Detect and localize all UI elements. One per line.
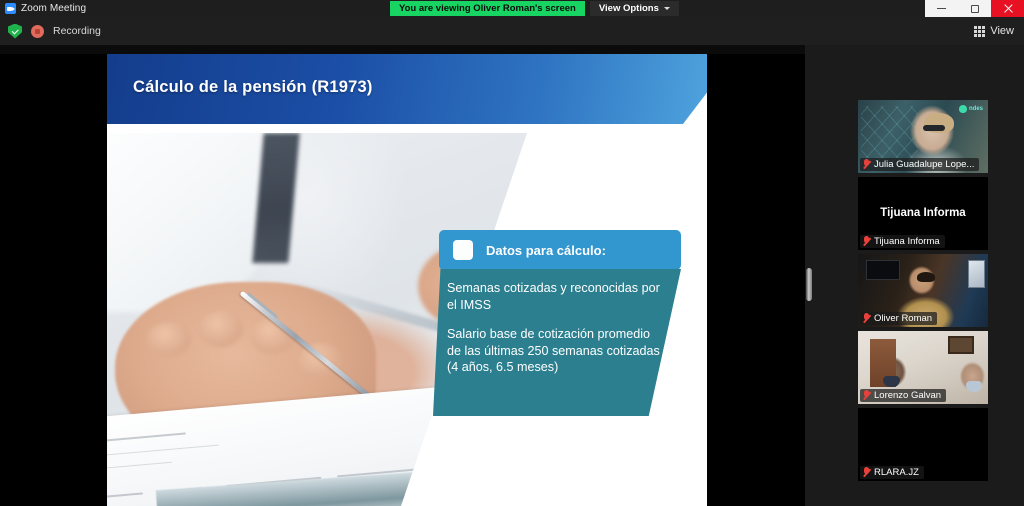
photo-knuckle bbox=[250, 317, 296, 354]
meeting-toolbar: Recording View bbox=[0, 17, 1024, 45]
photo-knuckle bbox=[297, 343, 342, 379]
video-monitor bbox=[866, 260, 900, 280]
participant-tile-rlara-jz[interactable]: RLARA.JZ bbox=[858, 408, 988, 481]
title-bar-left: Zoom Meeting bbox=[0, 3, 390, 14]
participant-name-badge: Julia Guadalupe Lope... bbox=[860, 158, 980, 171]
participant-name-badge: Lorenzo Galvan bbox=[860, 389, 947, 402]
participant-name: Julia Guadalupe Lope... bbox=[874, 159, 975, 170]
card-paragraph: Salario base de cotización promedio de l… bbox=[447, 327, 660, 375]
photo-knuckle bbox=[146, 321, 191, 358]
participant-avatar-name: Tijuana Informa bbox=[880, 206, 966, 219]
presentation-slide: Cálculo de la pensión (R1973) Datos para… bbox=[107, 54, 707, 506]
window-controls bbox=[925, 0, 1024, 17]
panel-drag-handle[interactable] bbox=[806, 268, 812, 301]
view-options-button[interactable]: View Options bbox=[589, 1, 679, 16]
recording-label: Recording bbox=[53, 25, 101, 37]
mic-muted-icon bbox=[863, 390, 870, 401]
view-button[interactable]: View bbox=[974, 17, 1014, 45]
close-icon bbox=[1003, 4, 1013, 14]
datos-para-calculo-card: Datos para cálculo: Semanas cotizadas y … bbox=[433, 230, 681, 416]
viewing-screen-label: You are viewing Oliver Roman's screen bbox=[390, 1, 585, 16]
maximize-button[interactable] bbox=[958, 0, 991, 17]
video-watermark-logo: ndes bbox=[958, 105, 983, 113]
video-face-mask bbox=[965, 380, 982, 392]
card-paragraph: Semanas cotizadas y reconocidas por el I… bbox=[447, 281, 660, 312]
video-wall-picture bbox=[948, 336, 974, 354]
view-button-label: View bbox=[990, 25, 1014, 37]
minimize-button[interactable] bbox=[925, 0, 958, 17]
video-face-mask bbox=[882, 376, 900, 388]
participant-name: Lorenzo Galvan bbox=[874, 390, 942, 401]
video-glasses bbox=[923, 124, 945, 131]
participant-tile-tijuana-informa[interactable]: Tijuana Informa Tijuana Informa bbox=[858, 177, 988, 250]
minimize-icon bbox=[937, 8, 946, 9]
chevron-down-icon bbox=[663, 7, 670, 10]
zoom-camera-icon bbox=[5, 3, 16, 14]
participant-name-badge: Oliver Roman bbox=[860, 312, 938, 325]
recording-dot-icon bbox=[31, 24, 44, 38]
participant-name-badge: RLARA.JZ bbox=[860, 466, 924, 479]
video-hair bbox=[916, 271, 935, 282]
participant-name-badge: Tijuana Informa bbox=[860, 235, 945, 248]
close-button[interactable] bbox=[991, 0, 1024, 17]
shared-screen-stage[interactable]: Cálculo de la pensión (R1973) Datos para… bbox=[0, 45, 805, 506]
restore-icon bbox=[970, 4, 979, 13]
video-picture-frame bbox=[968, 260, 985, 288]
card-body: Semanas cotizadas y reconocidas por el I… bbox=[433, 269, 681, 416]
grid-icon bbox=[974, 25, 986, 37]
toolbar-left-group: Recording bbox=[0, 23, 101, 39]
window-title: Zoom Meeting bbox=[21, 3, 87, 14]
participant-name: RLARA.JZ bbox=[874, 467, 919, 478]
title-bar: Zoom Meeting You are viewing Oliver Roma… bbox=[0, 0, 1024, 17]
mic-muted-icon bbox=[863, 467, 870, 478]
participant-tile-oliver-roman[interactable]: Oliver Roman bbox=[858, 254, 988, 327]
white-square-icon bbox=[453, 240, 473, 260]
card-header: Datos para cálculo: bbox=[439, 230, 681, 270]
zoom-meeting-window: Zoom Meeting You are viewing Oliver Roma… bbox=[0, 0, 1024, 506]
mic-muted-icon bbox=[863, 159, 870, 170]
participant-tile-julia[interactable]: ndes Julia Guadalupe Lope... bbox=[858, 100, 988, 173]
screen-share-banner: You are viewing Oliver Roman's screen Vi… bbox=[390, 0, 679, 17]
photo-knuckle bbox=[198, 310, 243, 347]
mic-muted-icon bbox=[863, 313, 870, 324]
slide-title: Cálculo de la pensión (R1973) bbox=[133, 78, 373, 96]
participant-name: Tijuana Informa bbox=[874, 236, 940, 247]
participant-name: Oliver Roman bbox=[874, 313, 933, 324]
shield-check-icon[interactable] bbox=[8, 23, 22, 39]
participant-filmstrip: ndes Julia Guadalupe Lope... Tijuana Inf… bbox=[813, 45, 1024, 506]
participant-tile-lorenzo-galvan[interactable]: Lorenzo Galvan bbox=[858, 331, 988, 404]
card-header-label: Datos para cálculo: bbox=[486, 242, 606, 258]
view-options-label: View Options bbox=[598, 3, 659, 14]
mic-muted-icon bbox=[863, 236, 870, 247]
